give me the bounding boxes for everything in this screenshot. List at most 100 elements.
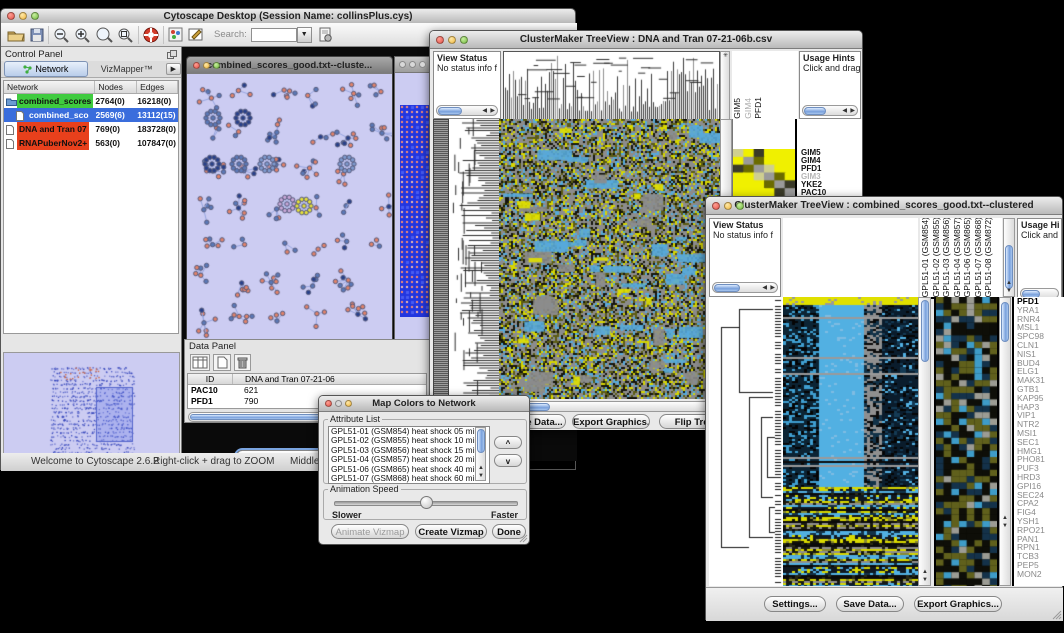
- column-labels-rotated[interactable]: GPL51-01 (GSM854)GPL51-02 (GSM855)GPL51-…: [920, 218, 1002, 299]
- column-label[interactable]: GPL51-01 (GSM854): [920, 218, 931, 297]
- tab-overflow-button[interactable]: ▶: [166, 63, 181, 75]
- window-controls[interactable]: [7, 12, 39, 20]
- zoom-selected-icon[interactable]: [117, 27, 134, 43]
- heatmap-vscrollbar[interactable]: ▲▼: [918, 297, 931, 586]
- close-button[interactable]: [399, 61, 406, 68]
- column-label[interactable]: GPL51-03 (GSM856): [941, 218, 952, 297]
- resize-grip[interactable]: [518, 533, 528, 543]
- speed-slider-thumb[interactable]: [420, 496, 433, 509]
- attribute-item[interactable]: GPL51-07 (GSM868) heat shock 60 min: [331, 474, 489, 483]
- column-label[interactable]: PFD1: [753, 97, 764, 119]
- column-label[interactable]: GIM4: [743, 98, 754, 119]
- animate-vizmap-button[interactable]: Animate Vizmap: [331, 524, 409, 539]
- resize-grip[interactable]: [1050, 608, 1062, 620]
- column-tree-scrollbar[interactable]: ✳: [720, 51, 730, 121]
- close-button[interactable]: [7, 12, 15, 20]
- zoom-button[interactable]: [460, 36, 468, 44]
- treeview-combined-titlebar[interactable]: ClusterMaker TreeView : combined_scores_…: [706, 197, 1062, 215]
- attribute-select-icon[interactable]: [190, 354, 210, 371]
- delete-attribute-icon[interactable]: [234, 354, 251, 371]
- gene-label[interactable]: MON2: [1017, 570, 1064, 579]
- zoom-button[interactable]: [345, 400, 352, 407]
- export-graphics-button[interactable]: Export Graphics...: [572, 414, 650, 429]
- gene-list-scrollbar[interactable]: ▲▼: [999, 297, 1011, 586]
- zoom-out-icon[interactable]: [53, 27, 70, 43]
- column-label[interactable]: GPL51-08 (GSM872): [983, 218, 994, 297]
- close-button[interactable]: [436, 36, 444, 44]
- minimize-button[interactable]: [335, 400, 342, 407]
- search-input[interactable]: [251, 28, 297, 42]
- minimize-button[interactable]: [409, 61, 416, 68]
- network-view-canvas[interactable]: [187, 74, 392, 381]
- zoom-button[interactable]: [31, 12, 39, 20]
- new-attribute-icon[interactable]: [213, 354, 231, 371]
- zoom-fit-icon[interactable]: [95, 27, 114, 43]
- close-button[interactable]: [193, 62, 200, 69]
- heatmap-main[interactable]: [499, 119, 720, 399]
- column-label[interactable]: GPL51-06 (GSM865): [962, 218, 973, 297]
- minimize-button[interactable]: [448, 36, 456, 44]
- open-session-icon[interactable]: [7, 28, 25, 42]
- network-row[interactable]: combined_scores2764(0)16218(0): [4, 94, 178, 108]
- zoom-button[interactable]: [736, 202, 744, 210]
- attribute-list[interactable]: GPL51-01 (GSM854) heat shock 05 minGPL51…: [328, 426, 490, 484]
- export-graphics-button[interactable]: Export Graphics...: [914, 596, 1002, 612]
- search-options-icon[interactable]: [318, 27, 333, 43]
- column-label[interactable]: GPL51-07 (GSM868): [973, 218, 984, 297]
- close-button[interactable]: [712, 202, 720, 210]
- zoom-button[interactable]: [213, 62, 220, 69]
- settings-button[interactable]: Settings...: [764, 596, 826, 612]
- column-label[interactable]: GPL51-04 (GSM857): [952, 218, 963, 297]
- network-overview-panel[interactable]: [3, 352, 180, 462]
- selected-gene-labels[interactable]: GIM5GIM4PFD1GIM3YKE2PAC10: [801, 149, 826, 197]
- column-label[interactable]: GIM5: [732, 98, 743, 119]
- network-nodes-cell: 769(0): [95, 122, 137, 136]
- view-status-scrollbar[interactable]: ◀▶: [712, 282, 778, 293]
- column-label[interactable]: GPL51-02 (GSM855): [931, 218, 942, 297]
- move-up-button[interactable]: ^: [494, 436, 522, 449]
- zoom-in-icon[interactable]: [74, 27, 91, 43]
- network-row[interactable]: combined_sco2569(6)13112(15): [4, 108, 178, 122]
- column-header-edges[interactable]: Edges: [137, 81, 178, 93]
- minimize-button[interactable]: [724, 202, 732, 210]
- create-vizmap-button[interactable]: Create Vizmap: [415, 524, 487, 539]
- heatmap-main[interactable]: [783, 297, 918, 586]
- tab-network[interactable]: Network: [4, 61, 88, 77]
- column-dendrogram[interactable]: [503, 51, 720, 121]
- row-dendrogram[interactable]: [709, 297, 783, 586]
- column-header-id[interactable]: ID: [188, 374, 233, 384]
- save-data-button[interactable]: Save Data...: [836, 596, 904, 612]
- float-panel-icon[interactable]: [167, 50, 177, 59]
- column-labels-rotated[interactable]: GIM5GIM4PFD1GIM3YKE2PAC10: [732, 51, 766, 121]
- column-header-nodes[interactable]: Nodes: [95, 81, 137, 93]
- column-labels-scrollbar[interactable]: ▲▼: [1003, 218, 1015, 297]
- close-button[interactable]: [325, 400, 332, 407]
- network-row[interactable]: RNAPuberNov2+563(0)107847(0): [4, 136, 178, 150]
- dialog-titlebar[interactable]: Map Colors to Network: [319, 396, 529, 412]
- network-row[interactable]: DNA and Tran 07769(0)183728(0): [4, 122, 178, 136]
- minimize-button[interactable]: [203, 62, 210, 69]
- help-lifesaver-icon[interactable]: [143, 27, 159, 43]
- main-titlebar[interactable]: Cytoscape Desktop (Session Name: collins…: [1, 9, 575, 24]
- gene-labels[interactable]: PFD1YRA1RNR4MSL1SPC98CLN1NIS1BUD4ELG1MAK…: [1014, 297, 1064, 579]
- selected-cluster-matrix[interactable]: [733, 149, 795, 196]
- save-session-icon[interactable]: [30, 28, 44, 42]
- annotation-icon[interactable]: [188, 27, 204, 42]
- column-header-attr[interactable]: DNA and Tran 07-21-06: [233, 374, 335, 384]
- view-status-scrollbar[interactable]: ◀▶: [436, 105, 498, 116]
- column-header-network[interactable]: Network: [4, 81, 95, 93]
- heatmap-zoomed[interactable]: [934, 297, 999, 586]
- search-dropdown-button[interactable]: ▼: [297, 27, 312, 43]
- row-dendrogram[interactable]: [449, 119, 499, 399]
- usage-hints-scrollbar[interactable]: ◀▶: [802, 105, 858, 116]
- tab-vizmapper[interactable]: VizMapper™: [88, 64, 166, 74]
- attribute-list-scrollbar[interactable]: ▲▼: [475, 427, 486, 481]
- network-overview-canvas[interactable]: [4, 353, 179, 461]
- vizmapper-icon[interactable]: [168, 27, 183, 42]
- minimize-button[interactable]: [19, 12, 27, 20]
- column-dendrogram-area[interactable]: [783, 218, 918, 299]
- move-down-button[interactable]: v: [494, 454, 522, 467]
- zoom-button[interactable]: [419, 61, 426, 68]
- network-view-titlebar[interactable]: combined_scores_good.txt--cluste...: [187, 57, 392, 74]
- treeview-dna-titlebar[interactable]: ClusterMaker TreeView : DNA and Tran 07-…: [430, 31, 862, 49]
